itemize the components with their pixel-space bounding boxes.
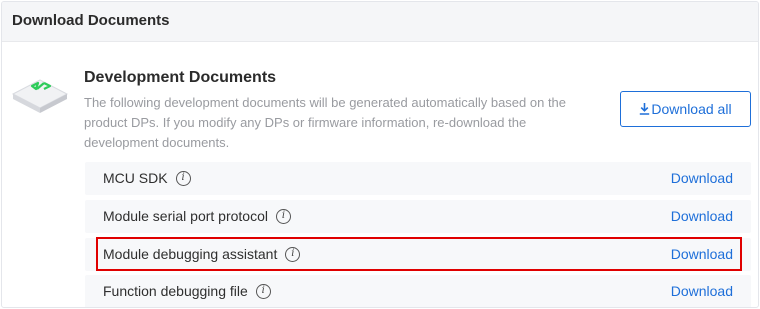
doc-label: Module debugging assistant: [103, 246, 278, 262]
panel-header: Download Documents: [2, 2, 758, 42]
download-link[interactable]: Download: [671, 170, 733, 186]
info-icon[interactable]: i: [255, 283, 271, 299]
download-icon: [640, 103, 650, 115]
doc-row-mcu-sdk: MCU SDK i Download: [85, 162, 751, 195]
doc-row-module-debugging-assistant: Module debugging assistant i Download: [85, 238, 751, 271]
download-all-label: Download all: [651, 101, 732, 117]
doc-row-module-serial-port-protocol: Module serial port protocol i Download: [85, 200, 751, 233]
doc-label: MCU SDK: [103, 170, 168, 186]
download-all-button[interactable]: Download all: [620, 91, 751, 127]
download-link[interactable]: Download: [671, 246, 733, 262]
info-icon[interactable]: i: [285, 246, 301, 262]
download-documents-panel: Download Documents Development Documents…: [1, 1, 759, 308]
doc-label: Function debugging file: [103, 283, 248, 299]
info-icon[interactable]: i: [275, 208, 291, 224]
info-icon[interactable]: i: [175, 170, 191, 186]
doc-row-function-debugging-file: Function debugging file i Download: [85, 275, 751, 307]
section-title: Development Documents: [84, 69, 277, 86]
chip-document-icon: [11, 79, 69, 113]
section-description: The following development documents will…: [84, 95, 567, 150]
download-link[interactable]: Download: [671, 208, 733, 224]
doc-label: Module serial port protocol: [103, 208, 268, 224]
download-link[interactable]: Download: [671, 283, 733, 299]
panel-title: Download Documents: [12, 12, 170, 29]
